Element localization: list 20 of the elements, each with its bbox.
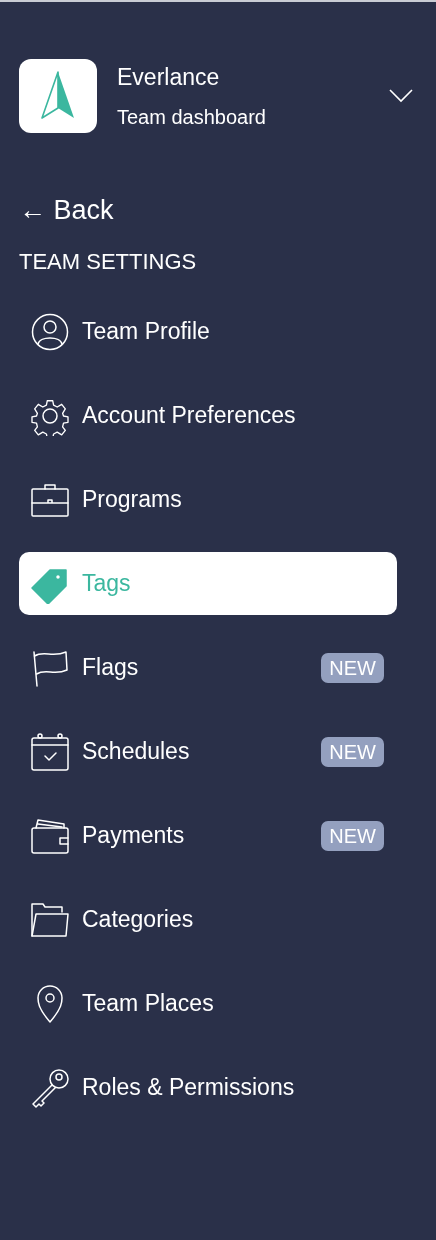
menu-item[interactable]: Categories [19, 888, 397, 951]
back-link[interactable]: ← Back [19, 193, 114, 227]
menu-item[interactable]: Schedules NEW [19, 720, 397, 783]
chevron-down-icon[interactable] [389, 89, 413, 103]
user-circle-icon [30, 311, 70, 352]
new-badge: NEW [321, 736, 384, 767]
key-icon [30, 1067, 70, 1108]
new-badge: NEW [321, 652, 384, 683]
team-name: Everlance [117, 63, 220, 92]
calendar-check-icon [30, 731, 70, 772]
menu-item[interactable]: Team Profile [19, 300, 397, 363]
menu-item[interactable]: Team Places [19, 972, 397, 1035]
menu-item[interactable]: Roles & Permissions [19, 1056, 397, 1119]
new-badge: NEW [321, 820, 384, 851]
menu-item[interactable]: Flags NEW [19, 636, 397, 699]
menu-item[interactable]: Programs [19, 468, 397, 531]
menu-item[interactable]: Payments NEW [19, 804, 397, 867]
section-heading: TEAM SETTINGS [19, 248, 197, 276]
menu-item[interactable]: Account Preferences [19, 384, 397, 447]
team-subtitle: Team dashboard [117, 105, 266, 130]
